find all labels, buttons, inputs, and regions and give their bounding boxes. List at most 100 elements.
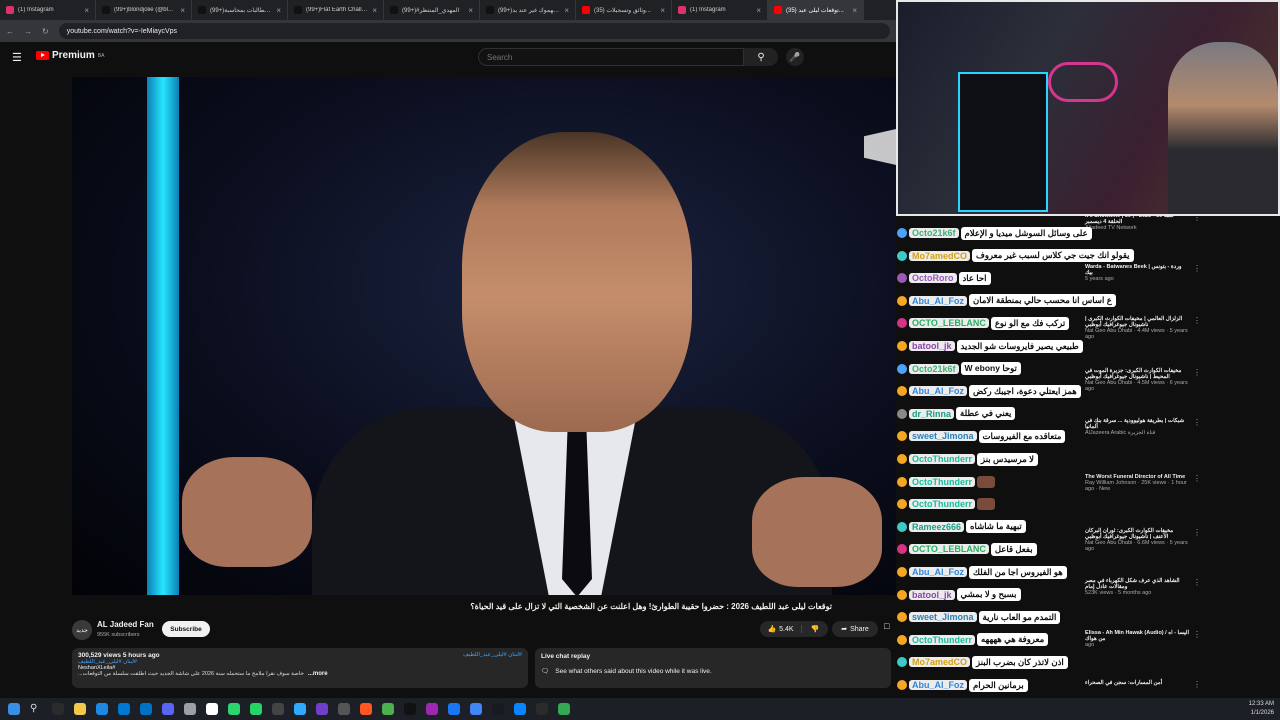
url-field[interactable]: youtube.com/watch?v=-IeMiaycVps [58, 23, 890, 39]
reload-icon[interactable]: ↻ [42, 27, 49, 36]
more-options-icon[interactable]: ⋮ [1193, 474, 1201, 483]
channel-name[interactable]: AL Jadeed Fan [97, 620, 154, 629]
recommended-meta: Aljadeed TV Network [1085, 225, 1137, 231]
mail-icon[interactable] [140, 703, 152, 715]
youtube-logo[interactable]: Premium BA [36, 50, 104, 61]
search-input[interactable] [478, 48, 744, 66]
live-chat-replay-panel[interactable]: Live chat replay 🗨 See what others said a… [535, 648, 891, 688]
browser-tab[interactable]: (99+)blondjolie (@bl... × [96, 0, 192, 20]
chat-badge-icon [897, 431, 907, 442]
search-icon[interactable]: ⚲ [30, 703, 42, 715]
chat-badge-icon [897, 476, 907, 487]
more-options-icon[interactable]: ⋮ [1193, 368, 1201, 377]
more-options-icon[interactable]: ⋮ [1193, 528, 1201, 537]
system-clock[interactable]: 12:33 AM 1/1/2026 [1249, 700, 1274, 718]
close-tab-icon[interactable]: × [84, 6, 89, 15]
chat-username: Abu_Al_Foz [909, 680, 968, 690]
back-icon[interactable]: ← [6, 27, 14, 36]
search-button[interactable]: ⚲ [744, 48, 778, 66]
more-options-icon[interactable]: ⋮ [1193, 578, 1201, 587]
task-view-icon[interactable] [52, 703, 64, 715]
app-icon-3[interactable] [272, 703, 284, 715]
menu-icon[interactable]: ☰ [12, 51, 22, 64]
more-options-icon[interactable]: ⋮ [1193, 630, 1201, 639]
recommended-video[interactable]: Elissa - Ah Min Hawak (Audio) / اليسا - … [1085, 630, 1190, 648]
chat-username: batool_jk [909, 341, 955, 351]
save-icon[interactable]: □ [884, 621, 896, 637]
recommended-video[interactable]: شبكات | بطريقة هوليوودية ... سرقة بنك في… [1085, 418, 1190, 436]
dislike-button[interactable]: 👎 [802, 625, 828, 633]
edge-icon[interactable] [96, 703, 108, 715]
more-link[interactable]: ...more [308, 671, 328, 677]
chat-username: OctoThunderr [909, 476, 975, 487]
forward-icon[interactable]: → [24, 27, 32, 36]
tiktok-icon[interactable] [404, 703, 416, 715]
more-options-icon[interactable]: ⋮ [1193, 264, 1201, 273]
recommended-video[interactable]: Warda - Batwanes Beek | وردة - بتونس بيك… [1085, 264, 1190, 282]
tab-favicon-icon [390, 6, 398, 14]
app-icon[interactable] [184, 703, 196, 715]
browser-tab[interactable]: (35) وثائق وتسجيلات... × [576, 0, 672, 20]
chat-username: OctoThunderr [909, 454, 975, 464]
browser-tab[interactable]: (99+)Flat Earth Challe... × [288, 0, 384, 20]
app-icon-11[interactable] [536, 703, 548, 715]
chat-message: Mo7amedCO يقولو انك جيت جي كلاس لسبب غير … [897, 247, 1134, 265]
app-icon-5[interactable] [338, 703, 350, 715]
channel-avatar[interactable]: جديد [72, 620, 92, 640]
recommended-video[interactable]: The Worst Funeral Director of All Time Ra… [1085, 474, 1190, 492]
browser-tab[interactable]: (99+)افهموك غير عند يد... × [480, 0, 576, 20]
app-icon-4[interactable] [316, 703, 328, 715]
browser-tab[interactable]: (35) توقعات ليلى عبد... × [768, 0, 864, 20]
chat-text: بفعل قاعل [990, 542, 1037, 556]
recommended-meta: Nat Geo Abu Dhabi · 6.6M views · 5 years… [1085, 540, 1188, 552]
start-icon[interactable] [8, 703, 20, 715]
close-tab-icon[interactable]: × [180, 6, 185, 15]
close-tab-icon[interactable]: × [372, 6, 377, 15]
discord-icon[interactable] [162, 703, 174, 715]
browser-tab[interactable]: (1) Instagram × [672, 0, 768, 20]
close-tab-icon[interactable]: × [756, 6, 761, 15]
recommended-meta: AlJazeera Arabic قناة الجزيرة [1085, 430, 1156, 436]
close-tab-icon[interactable]: × [468, 6, 473, 15]
share-button[interactable]: ➦ Share [832, 621, 878, 637]
app-icon-6[interactable] [360, 703, 372, 715]
whatsapp-icon[interactable] [250, 703, 262, 715]
chat-badge-icon [897, 386, 907, 397]
more-options-icon[interactable]: ⋮ [1193, 316, 1201, 325]
app-icon-7[interactable] [382, 703, 394, 715]
recommended-video[interactable]: مخيفات الكوارث الكبرى: جزيرة الموت في ال… [1085, 368, 1190, 392]
close-tab-icon[interactable]: × [564, 6, 569, 15]
chrome-icon[interactable] [470, 703, 482, 715]
video-description[interactable]: 300,529 views 5 hours ago #لبنان #ليلى_ع… [72, 648, 528, 688]
app-icon-10[interactable] [514, 703, 526, 715]
more-options-icon[interactable]: ⋮ [1193, 418, 1201, 427]
browser-tab[interactable]: (99+)مطالبات بمحاسبة... × [192, 0, 288, 20]
store-icon[interactable] [118, 703, 130, 715]
close-tab-icon[interactable]: × [852, 6, 857, 15]
app-icon-8[interactable] [426, 703, 438, 715]
more-options-icon[interactable]: ⋮ [1193, 680, 1201, 689]
premiere-icon[interactable] [294, 703, 306, 715]
recommended-video[interactable]: أمن المسارات: سجن في الصحراء [1085, 680, 1190, 686]
chat-text: يقولو انك جيت جي كلاس لسبب غير معروف [972, 249, 1134, 263]
app-icon-2[interactable] [206, 703, 218, 715]
spotify-icon[interactable] [228, 703, 240, 715]
recommended-video[interactable]: مخيفات الكوارث الكبرى: ثوران البركان الأ… [1085, 528, 1190, 552]
recommended-video[interactable]: الزلزال العالمي | مخيفات الكوارث الكبرى … [1085, 316, 1190, 340]
close-tab-icon[interactable]: × [660, 6, 665, 15]
close-tab-icon[interactable]: × [276, 6, 281, 15]
subscribe-button[interactable]: Subscribe [162, 621, 210, 637]
video-player[interactable] [72, 77, 896, 595]
app-icon-9[interactable] [448, 703, 460, 715]
browser-tab[interactable]: (1) Instagram × [0, 0, 96, 20]
file-explorer-icon[interactable] [74, 703, 86, 715]
voice-search-button[interactable]: 🎤 [786, 48, 804, 66]
recommended-video[interactable]: الشاهد الذي عرف شكل الكهرباء في مصر ومقا… [1085, 578, 1190, 596]
like-button[interactable]: 👍 5.4K [760, 625, 802, 633]
chat-badge-icon [897, 250, 907, 261]
browser-tab[interactable]: (99+)#المهدي_المنتظر × [384, 0, 480, 20]
app-icon-12[interactable] [558, 703, 570, 715]
steam-icon[interactable] [492, 703, 504, 715]
hashtags[interactable]: #لبنان #ليلى_عبد_اللطيف [463, 652, 522, 659]
chat-emote-icon: ■■ [977, 475, 996, 488]
